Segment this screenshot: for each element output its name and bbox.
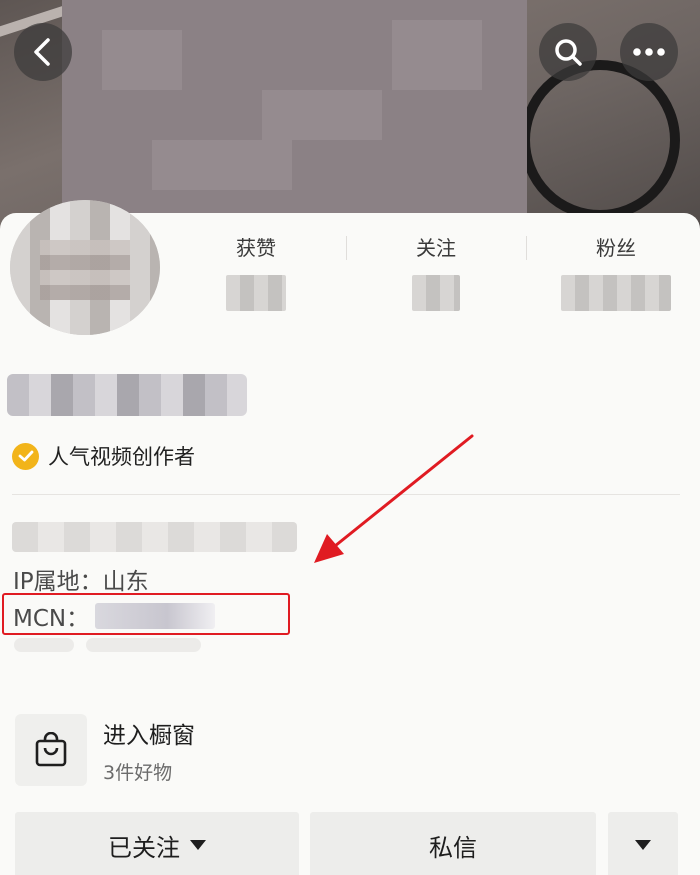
following-label: 已关注: [108, 833, 180, 862]
mcn-label: MCN：: [13, 606, 90, 632]
chevron-left-icon: [34, 38, 50, 66]
caret-down-icon: [635, 840, 651, 850]
redacted-tag: [14, 638, 74, 652]
message-label: 私信: [429, 833, 477, 862]
verified-check-icon: [12, 442, 39, 470]
ip-location: IP属地：山东: [13, 569, 149, 595]
more-actions-button[interactable]: [608, 812, 678, 875]
shop-window-entry[interactable]: 进入橱窗 3件好物: [15, 714, 195, 786]
redacted-stat-value: [226, 275, 286, 311]
shop-text: 进入橱窗 3件好物: [103, 716, 195, 785]
mcn-info: MCN：: [13, 599, 216, 633]
caret-down-icon: [190, 840, 206, 850]
redacted-cover-block: [62, 0, 527, 220]
shop-subtitle: 3件好物: [103, 761, 173, 784]
back-button[interactable]: [14, 23, 72, 81]
redacted-mcn-name: [95, 603, 216, 629]
search-icon: [555, 39, 582, 66]
redacted-tag: [86, 638, 201, 652]
following-button[interactable]: 已关注: [15, 812, 299, 875]
avatar[interactable]: [10, 200, 160, 335]
stat-likes[interactable]: 获赞: [166, 232, 346, 311]
badge-label: 人气视频创作者: [48, 445, 195, 469]
search-button[interactable]: [539, 23, 597, 81]
creator-badge[interactable]: 人气视频创作者: [12, 441, 195, 471]
cover-wheel: [520, 60, 680, 220]
more-button[interactable]: [620, 23, 678, 81]
stat-followers[interactable]: 粉丝: [526, 232, 700, 311]
shop-title: 进入橱窗: [103, 722, 195, 749]
message-button[interactable]: 私信: [310, 812, 596, 875]
redacted-bio: [12, 522, 297, 552]
stat-label: 获赞: [236, 236, 276, 260]
stat-label: 关注: [416, 236, 456, 260]
annotation-arrow-icon: [314, 434, 474, 563]
stat-label: 粉丝: [596, 236, 636, 260]
shopping-bag-icon: [15, 714, 87, 786]
redacted-stat-value: [561, 275, 671, 311]
more-horizontal-icon: [633, 48, 665, 56]
redacted-username: [7, 374, 247, 416]
redacted-stat-value: [412, 275, 460, 311]
stat-following[interactable]: 关注: [346, 232, 526, 311]
